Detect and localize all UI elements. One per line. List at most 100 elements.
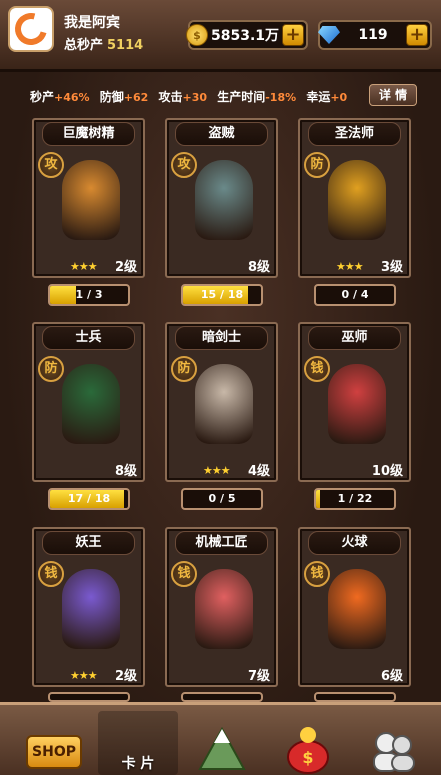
top-bar: 我是阿宾 总秒产 5114 $ 5853.1万 + 119 + xyxy=(0,0,441,72)
total-production-label: 总秒产 xyxy=(64,38,104,53)
unit-name: 士兵 xyxy=(42,326,135,350)
shop-icon: SHOP xyxy=(26,735,82,769)
stat-value: +62 xyxy=(123,91,149,104)
unit-portrait xyxy=(62,364,120,444)
avatar[interactable] xyxy=(8,6,54,52)
nav-cards[interactable]: 卡 片 xyxy=(98,711,178,775)
stat-value: +46% xyxy=(54,91,90,104)
card-progress-bar: 1 / 22 xyxy=(314,488,396,510)
map-icon xyxy=(198,726,246,770)
unit-level: 6级 xyxy=(380,669,403,684)
unit-level: 8级 xyxy=(114,464,137,479)
stat-label: 生产时间 xyxy=(217,90,266,104)
unit-card[interactable]: 暗剑士防 ★★★ 4级 xyxy=(165,322,278,482)
gem-counter: 119 + xyxy=(318,20,432,50)
unit-portrait xyxy=(328,569,386,649)
card-progress-bar: 0 / 5 xyxy=(181,488,263,510)
nav-friends[interactable] xyxy=(352,711,432,775)
stat-label: 幸运 xyxy=(306,90,331,104)
unit-name: 暗剑士 xyxy=(175,326,268,350)
coin-icon: $ xyxy=(186,24,208,46)
unit-card[interactable]: 妖王钱 ★★★ 2级 xyxy=(32,527,145,687)
card-progress-bar: 0 / 4 xyxy=(314,284,396,306)
money-bag-icon: $ xyxy=(287,727,329,774)
bottom-nav: SHOP 卡 片 $ xyxy=(0,702,441,775)
stat-label: 攻击 xyxy=(158,90,183,104)
unit-level: 3级 xyxy=(380,260,403,275)
unit-type-badge: 攻 xyxy=(171,152,197,178)
unit-type-badge: 防 xyxy=(38,356,64,382)
unit-portrait xyxy=(328,364,386,444)
add-gem-button[interactable]: + xyxy=(406,24,428,46)
unit-type-badge: 防 xyxy=(171,356,197,382)
total-production-value: 5114 xyxy=(107,38,144,53)
unit-type-badge: 钱 xyxy=(304,561,330,587)
star-rating: ★★★ xyxy=(336,260,364,273)
total-production: 总秒产 5114 xyxy=(64,34,143,53)
diamond-icon xyxy=(318,26,340,44)
card-progress-bar xyxy=(181,692,263,702)
svg-text:$: $ xyxy=(302,748,313,767)
unit-type-badge: 钱 xyxy=(38,561,64,587)
stats-row: 秒产+46% 防御+62 攻击+30 生产时间-18% 幸运+0 xyxy=(30,88,353,105)
unit-card[interactable]: 盗贼攻 8级 xyxy=(165,118,278,278)
unit-name: 妖王 xyxy=(42,531,135,555)
unit-type-badge: 防 xyxy=(304,152,330,178)
player-name: 我是阿宾 xyxy=(64,15,120,31)
unit-name: 巨魔树精 xyxy=(42,122,135,146)
nav-cards-label: 卡 片 xyxy=(121,756,155,772)
card-progress-bar: 17 / 18 xyxy=(48,488,130,510)
unit-card[interactable]: 机械工匠钱 7级 xyxy=(165,527,278,687)
unit-card[interactable]: 巫师钱 10级 xyxy=(298,322,411,482)
stat-label: 秒产 xyxy=(30,90,55,104)
unit-portrait xyxy=(195,569,253,649)
unit-portrait xyxy=(195,364,253,444)
star-rating: ★★★ xyxy=(70,260,98,273)
progress-text: 15 / 18 xyxy=(200,288,244,301)
unit-level: 10级 xyxy=(371,464,403,479)
unit-name: 机械工匠 xyxy=(175,531,268,555)
detail-button[interactable]: 详 情 xyxy=(369,84,417,106)
nav-treasure[interactable]: $ xyxy=(268,711,348,775)
progress-text: 17 / 18 xyxy=(67,492,111,505)
nav-map[interactable] xyxy=(182,711,262,775)
logo-icon xyxy=(9,7,53,51)
card-progress-bar: 1 / 3 xyxy=(48,284,130,306)
unit-type-badge: 钱 xyxy=(304,356,330,382)
star-rating: ★★★ xyxy=(70,669,98,682)
stat-value: +0 xyxy=(330,91,348,104)
unit-level: 4级 xyxy=(247,464,270,479)
friends-icon xyxy=(373,732,415,772)
unit-portrait xyxy=(62,160,120,240)
unit-card[interactable]: 巨魔树精攻 ★★★ 2级 xyxy=(32,118,145,278)
unit-name: 火球 xyxy=(308,531,401,555)
progress-text: 0 / 5 xyxy=(208,492,236,505)
unit-level: 8级 xyxy=(247,260,270,275)
unit-type-badge: 攻 xyxy=(38,152,64,178)
unit-portrait xyxy=(195,160,253,240)
unit-name: 巫师 xyxy=(308,326,401,350)
card-progress-bar xyxy=(314,692,396,702)
unit-card[interactable]: 火球钱 6级 xyxy=(298,527,411,687)
unit-portrait xyxy=(62,569,120,649)
unit-card[interactable]: 士兵防 8级 xyxy=(32,322,145,482)
star-rating: ★★★ xyxy=(203,464,231,477)
unit-portrait xyxy=(328,160,386,240)
unit-level: 2级 xyxy=(114,260,137,275)
gold-value: 5853.1万 xyxy=(210,28,280,44)
progress-text: 0 / 4 xyxy=(341,288,369,301)
card-progress-bar: 15 / 18 xyxy=(181,284,263,306)
card-progress-bar xyxy=(48,692,130,702)
progress-text xyxy=(183,694,261,700)
stat-label: 防御 xyxy=(99,90,124,104)
unit-name: 盗贼 xyxy=(175,122,268,146)
unit-level: 7级 xyxy=(247,669,270,684)
progress-text xyxy=(50,694,128,700)
stat-value: -18% xyxy=(265,91,297,104)
unit-card[interactable]: 圣法师防 ★★★ 3级 xyxy=(298,118,411,278)
nav-shop[interactable]: SHOP xyxy=(14,711,94,775)
unit-level: 2级 xyxy=(114,669,137,684)
stat-value: +30 xyxy=(182,91,208,104)
add-gold-button[interactable]: + xyxy=(282,24,304,46)
unit-type-badge: 钱 xyxy=(171,561,197,587)
